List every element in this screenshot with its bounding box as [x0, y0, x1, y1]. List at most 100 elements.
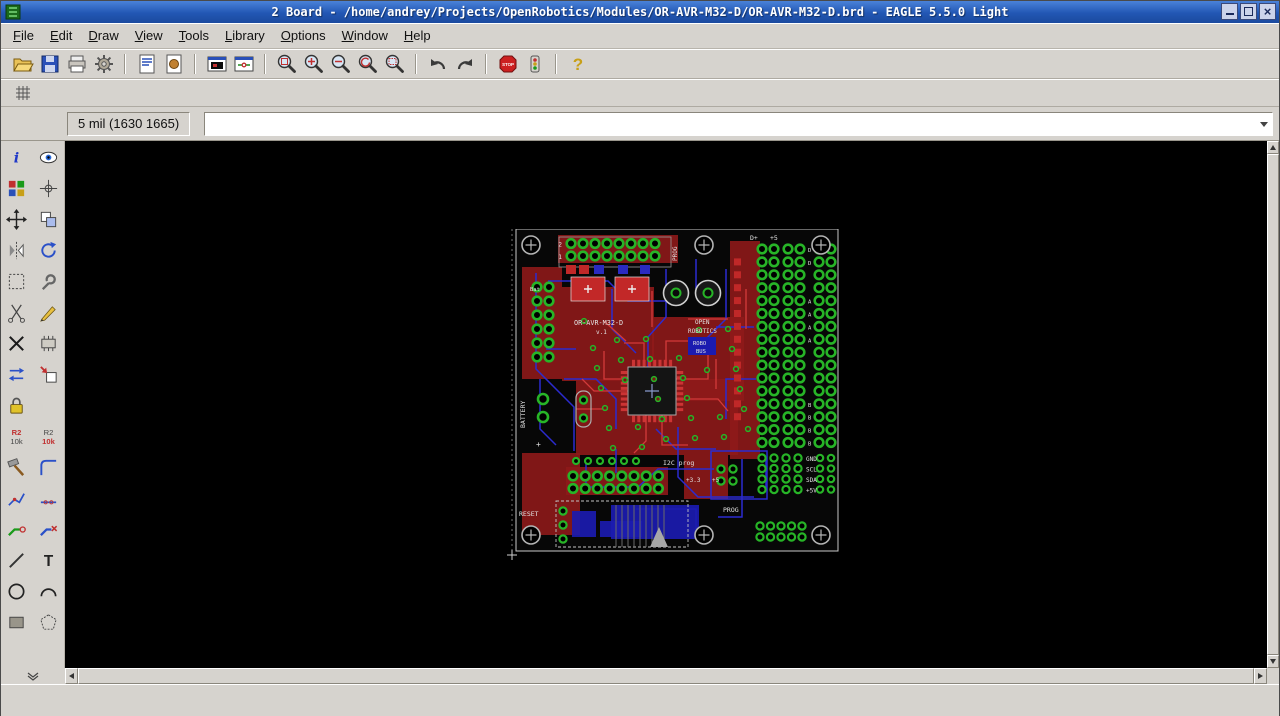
tool-replace[interactable]: [35, 362, 62, 386]
optimize-icon: [40, 499, 56, 504]
go-button[interactable]: [521, 51, 548, 77]
menu-draw[interactable]: Draw: [80, 24, 126, 47]
tool-mark[interactable]: [35, 176, 62, 200]
stop-sign-icon: STOP: [499, 55, 516, 72]
tool-pinswap[interactable]: [3, 362, 30, 386]
window-title: 2 Board - /home/andrey/Projects/OpenRobo…: [271, 5, 1009, 19]
open-button[interactable]: [9, 51, 36, 77]
run-script-button[interactable]: [133, 51, 160, 77]
close-icon: ×: [1263, 4, 1272, 19]
menu-tools[interactable]: Tools: [171, 24, 217, 47]
zoom-out-button[interactable]: [327, 51, 354, 77]
menu-help[interactable]: Help: [396, 24, 439, 47]
lock-icon: [10, 397, 23, 414]
zoom-fit-button[interactable]: [273, 51, 300, 77]
tool-move[interactable]: [3, 207, 30, 231]
tool-ripup[interactable]: [35, 517, 62, 541]
command-input[interactable]: [205, 112, 1256, 135]
layers-icon: [9, 180, 25, 196]
scroll-up-button[interactable]: [1267, 141, 1279, 154]
help-button[interactable]: ?: [564, 51, 591, 77]
menu-edit[interactable]: Edit: [42, 24, 80, 47]
drawing-canvas[interactable]: 2 1 PROG D+ +5 Bat OR-AVR-M32-D v.1 OPEN ROBOTICS…: [65, 141, 1267, 668]
tool-wire[interactable]: [3, 548, 30, 572]
command-dropdown-button[interactable]: [1256, 112, 1272, 135]
svg-text:10k: 10k: [11, 437, 23, 446]
pcb-label: D+: [750, 234, 758, 242]
tool-split[interactable]: [3, 486, 30, 510]
tool-paste[interactable]: [35, 300, 62, 324]
scroll-left-button[interactable]: [65, 668, 78, 684]
toolbar-separator: [124, 53, 126, 74]
pcb-label: +5V: [806, 488, 817, 495]
toolbar-separator: [485, 53, 487, 74]
arrow-left-icon: [66, 673, 74, 679]
tool-value[interactable]: R2 10k: [35, 424, 62, 448]
pcb-label: OR-AVR-M32-D: [574, 319, 623, 327]
tool-mirror[interactable]: [3, 238, 30, 262]
tool-delete[interactable]: [3, 331, 30, 355]
status-strip: [1, 684, 1279, 716]
tool-rect[interactable]: [3, 610, 30, 634]
tool-add[interactable]: [35, 331, 62, 355]
pcb-board[interactable]: 21 PROGD+ +5BatOR-AVR-M32-Dv.1OPENROBOTICS…: [504, 229, 844, 565]
vertical-scrollbar[interactable]: [1267, 141, 1279, 668]
svg-text:R2: R2: [12, 428, 22, 437]
tool-group[interactable]: [3, 269, 30, 293]
tool-circle[interactable]: [3, 579, 30, 603]
svg-text:10k: 10k: [42, 437, 55, 446]
titlebar[interactable]: 2 Board - /home/andrey/Projects/OpenRobo…: [1, 1, 1279, 23]
minimize-button[interactable]: [1221, 3, 1238, 20]
print-button[interactable]: [63, 51, 90, 77]
tool-smash[interactable]: [3, 455, 30, 479]
horizontal-scroll-thumb[interactable]: [78, 668, 1254, 684]
tool-rotate[interactable]: [35, 238, 62, 262]
stop-button[interactable]: STOP: [494, 51, 521, 77]
pcb-label: v.1: [596, 329, 607, 336]
grid-icon: [15, 85, 30, 100]
tool-change[interactable]: [35, 269, 62, 293]
schematic-editor-button[interactable]: [230, 51, 257, 77]
tool-display[interactable]: [3, 176, 30, 200]
undo-button[interactable]: [424, 51, 451, 77]
menu-options[interactable]: Options: [273, 24, 334, 47]
ripup-icon: [39, 525, 57, 536]
palette-overflow-button[interactable]: [1, 668, 65, 684]
menu-library[interactable]: Library: [217, 24, 273, 47]
tool-text[interactable]: T: [35, 548, 62, 572]
close-button[interactable]: ×: [1259, 3, 1276, 20]
tool-copy[interactable]: [35, 207, 62, 231]
tool-lock[interactable]: [3, 393, 30, 417]
scrollbar-corner: [1267, 668, 1279, 684]
menu-view[interactable]: View: [127, 24, 171, 47]
scroll-right-button[interactable]: [1254, 668, 1267, 684]
board-editor-button[interactable]: [203, 51, 230, 77]
zoom-select-icon: [385, 54, 404, 73]
coordinate-bar: 5 mil (1630 1665): [1, 107, 1279, 141]
tool-name[interactable]: R2 10k: [3, 424, 30, 448]
tool-show[interactable]: [35, 145, 62, 169]
zoom-redraw-button[interactable]: [354, 51, 381, 77]
menu-file[interactable]: File: [5, 24, 42, 47]
scroll-down-button[interactable]: [1267, 655, 1279, 668]
zoom-in-button[interactable]: [300, 51, 327, 77]
tool-info[interactable]: i: [3, 145, 30, 169]
zoom-select-button[interactable]: [381, 51, 408, 77]
tool-polygon[interactable]: [35, 610, 62, 634]
redo-button[interactable]: [451, 51, 478, 77]
tool-arc[interactable]: [35, 579, 62, 603]
pencil-icon: [39, 305, 56, 322]
tool-optimize[interactable]: [35, 486, 62, 510]
grid-button[interactable]: [9, 80, 36, 106]
move-arrows-icon: [6, 208, 28, 230]
cam-processor-button[interactable]: [90, 51, 117, 77]
menu-window[interactable]: Window: [334, 24, 396, 47]
run-ulp-button[interactable]: [160, 51, 187, 77]
vertical-scroll-thumb[interactable]: [1267, 154, 1279, 655]
save-button[interactable]: [36, 51, 63, 77]
tool-route[interactable]: [3, 517, 30, 541]
tool-cut[interactable]: [3, 300, 30, 324]
tool-miter[interactable]: [35, 455, 62, 479]
horizontal-scrollbar[interactable]: [65, 668, 1267, 684]
maximize-button[interactable]: [1240, 3, 1257, 20]
